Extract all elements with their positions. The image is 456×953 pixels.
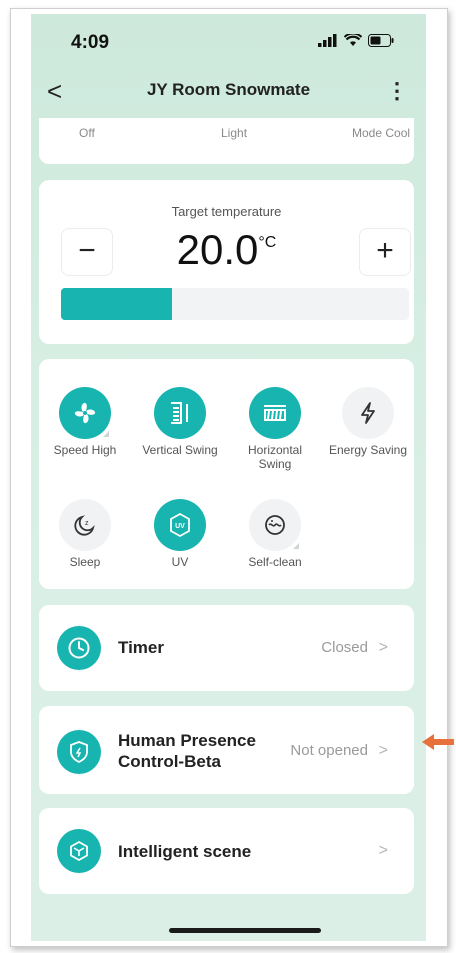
temperature-unit: °C (258, 234, 277, 251)
horizontal-swing-icon (249, 387, 301, 439)
function-vertical-swing[interactable]: Vertical Swing (135, 387, 225, 457)
human-presence-label-line2: Control-Beta (118, 752, 221, 771)
function-self-clean[interactable]: Self-clean (230, 499, 320, 569)
mode-card: Off Light Mode Cool (39, 118, 414, 164)
functions-card: Speed High Vertical Swing Horizontal Swi… (39, 359, 414, 589)
temperature-number: 20.0 (176, 226, 259, 273)
phone-screen: 4:09 < JY Room Snowmate ⋮ Off Light Mode… (31, 14, 426, 941)
function-speed[interactable]: Speed High (40, 387, 130, 457)
screenshot-frame: 4:09 < JY Room Snowmate ⋮ Off Light Mode… (10, 8, 448, 947)
shield-icon (57, 730, 101, 774)
function-horizontal-swing[interactable]: Horizontal Swing (230, 387, 320, 471)
chevron-right-icon: > (378, 639, 388, 656)
temperature-slider[interactable] (61, 288, 409, 320)
signal-icon (318, 34, 337, 47)
cube-icon (57, 829, 101, 873)
human-presence-status: Not opened (290, 742, 368, 759)
clock-icon (57, 626, 101, 670)
mode-light[interactable]: Light (221, 126, 247, 140)
human-presence-label-line1: Human Presence (118, 731, 256, 750)
function-label: Horizontal Swing (247, 443, 303, 471)
mode-off[interactable]: Off (79, 126, 95, 140)
function-label: Energy Saving (328, 443, 408, 457)
timer-row[interactable]: Timer Closed > (39, 605, 414, 691)
temperature-card: Target temperature − 20.0°C + (39, 180, 414, 344)
wifi-icon (344, 34, 362, 46)
intelligent-scene-label: Intelligent scene (118, 842, 252, 861)
self-clean-icon (249, 499, 301, 551)
status-time: 4:09 (71, 32, 110, 53)
lightning-icon (342, 387, 394, 439)
uv-icon: UV (154, 499, 206, 551)
status-icons (318, 34, 394, 47)
increase-temperature-button[interactable]: + (359, 228, 411, 276)
function-label: UV (171, 555, 189, 569)
function-sleep[interactable]: z Sleep (40, 499, 130, 569)
human-presence-row[interactable]: Human Presence Control-Beta Not opened > (39, 706, 414, 794)
svg-text:UV: UV (175, 523, 185, 530)
function-label: Self-clean (248, 555, 302, 569)
chevron-right-icon: > (378, 742, 388, 759)
temperature-slider-fill (61, 288, 173, 320)
chevron-right-icon: > (378, 842, 388, 859)
timer-status: Closed (321, 639, 368, 656)
function-label: Speed High (53, 443, 117, 457)
moon-icon: z (59, 499, 111, 551)
function-label: Vertical Swing (142, 443, 218, 457)
function-uv[interactable]: UV UV (135, 499, 225, 569)
svg-text:z: z (85, 520, 89, 527)
status-bar: 4:09 (31, 14, 426, 58)
arrow-left-icon (422, 734, 454, 750)
temperature-value: 20.0°C (39, 226, 414, 274)
more-menu-icon[interactable]: ⋮ (386, 78, 408, 104)
intelligent-scene-row[interactable]: Intelligent scene > (39, 808, 414, 894)
timer-label: Timer (118, 638, 164, 657)
home-indicator[interactable] (169, 928, 321, 933)
temperature-label: Target temperature (171, 204, 282, 219)
nav-bar: < JY Room Snowmate ⋮ (31, 70, 426, 110)
vertical-swing-icon (154, 387, 206, 439)
function-energy-saving[interactable]: Energy Saving (323, 387, 413, 457)
fan-icon (59, 387, 111, 439)
page-title: JY Room Snowmate (146, 80, 311, 99)
battery-icon (368, 34, 394, 47)
function-label: Sleep (69, 555, 101, 569)
mode-cool[interactable]: Mode Cool (352, 126, 410, 140)
